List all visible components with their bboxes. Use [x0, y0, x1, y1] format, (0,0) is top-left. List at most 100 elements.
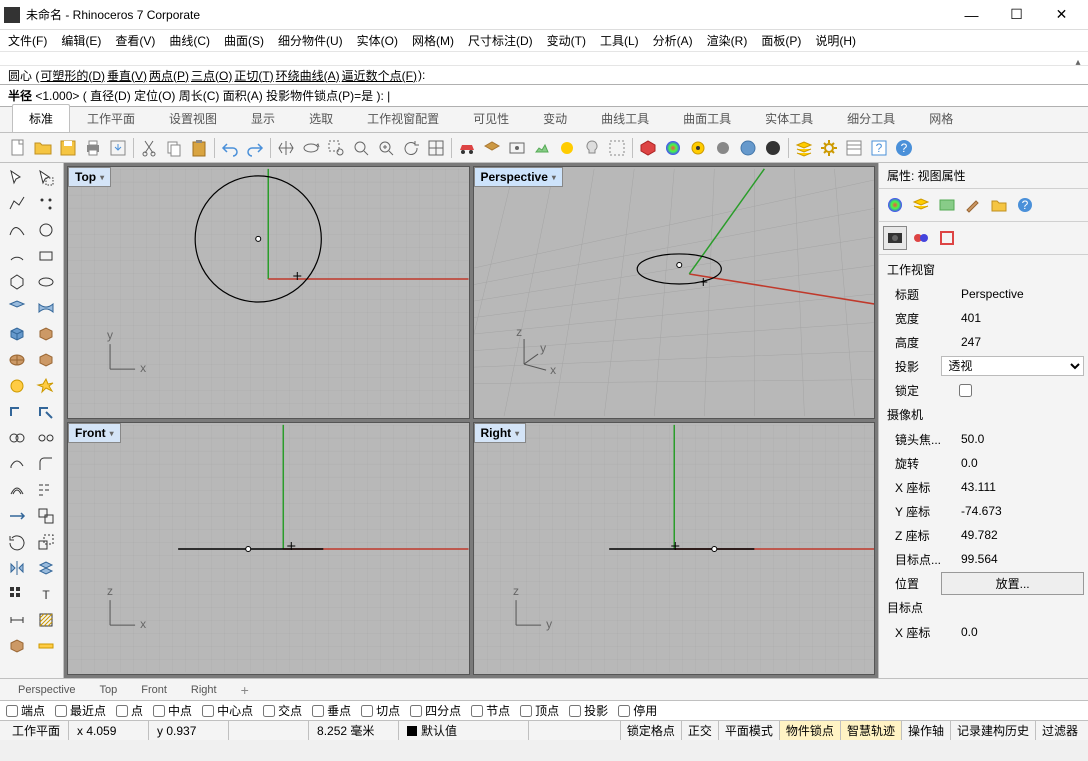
- ellipse-icon[interactable]: [32, 269, 62, 295]
- status-pane[interactable]: 锁定格点: [620, 721, 681, 740]
- cmd-option[interactable]: 可塑形的(D): [40, 67, 105, 84]
- shade-icon[interactable]: [555, 136, 579, 160]
- scale-icon[interactable]: [32, 529, 62, 555]
- menu-item[interactable]: 编辑(E): [61, 32, 101, 49]
- solid-icon[interactable]: [2, 321, 32, 347]
- osnap-点[interactable]: 点: [116, 702, 143, 719]
- orient-icon[interactable]: [32, 555, 62, 581]
- menu-item[interactable]: 说明(H): [815, 32, 856, 49]
- prop-cam-x[interactable]: 43.111: [957, 478, 1084, 496]
- car-icon[interactable]: [455, 136, 479, 160]
- minimize-button[interactable]: —: [949, 0, 994, 29]
- toolbar-tab[interactable]: 显示: [234, 104, 292, 132]
- options-icon[interactable]: [817, 136, 841, 160]
- cmd-option[interactable]: 环绕曲线(A): [276, 67, 340, 84]
- osnap-交点[interactable]: 交点: [263, 702, 302, 719]
- show-icon[interactable]: [711, 136, 735, 160]
- pointer-icon[interactable]: [2, 165, 32, 191]
- menu-item[interactable]: 文件(F): [8, 32, 47, 49]
- menu-item[interactable]: 曲线(C): [169, 32, 210, 49]
- viewport-tab[interactable]: Perspective: [8, 681, 85, 699]
- osnap-切点[interactable]: 切点: [361, 702, 400, 719]
- layers-icon[interactable]: [792, 136, 816, 160]
- menu-item[interactable]: 曲面(S): [224, 32, 264, 49]
- help-panel-icon[interactable]: ?: [1013, 193, 1037, 217]
- menu-item[interactable]: 网格(M): [412, 32, 454, 49]
- properties-icon[interactable]: [842, 136, 866, 160]
- toolbar-tab[interactable]: 设置视图: [152, 104, 234, 132]
- osnap-四分点[interactable]: 四分点: [410, 702, 461, 719]
- explode-icon[interactable]: [32, 373, 62, 399]
- menu-item[interactable]: 渲染(R): [707, 32, 748, 49]
- menu-item[interactable]: 变动(T): [547, 32, 586, 49]
- toolbar-tab[interactable]: 工作平面: [70, 104, 152, 132]
- viewport-right[interactable]: Right▾ yz: [473, 422, 876, 675]
- cmd-option[interactable]: 逼近数个点(F): [342, 67, 417, 84]
- split-icon[interactable]: [32, 399, 62, 425]
- cmd-option[interactable]: 投影物件锁点(P)=是: [266, 89, 373, 103]
- prop-cam-y[interactable]: -74.673: [957, 502, 1084, 520]
- mesh-icon[interactable]: [2, 347, 32, 373]
- polygon-icon[interactable]: [2, 269, 32, 295]
- mirror-icon[interactable]: [2, 555, 32, 581]
- save-icon[interactable]: [56, 136, 80, 160]
- add-viewport-tab[interactable]: +: [231, 679, 259, 701]
- cmd-option[interactable]: 直径(D): [90, 89, 131, 103]
- chevron-down-icon[interactable]: ▾: [100, 173, 104, 182]
- offset-icon[interactable]: [2, 477, 32, 503]
- menu-item[interactable]: 查看(V): [115, 32, 155, 49]
- status-layer[interactable]: 默认值: [399, 721, 529, 740]
- analyze-icon[interactable]: [2, 633, 32, 659]
- print-icon[interactable]: [81, 136, 105, 160]
- copy-icon[interactable]: [162, 136, 186, 160]
- light-icon[interactable]: [580, 136, 604, 160]
- toolbar-tab[interactable]: 工作视窗配置: [350, 104, 456, 132]
- status-pane[interactable]: 物件锁点: [779, 721, 840, 740]
- osnap-中点[interactable]: 中点: [153, 702, 192, 719]
- menu-item[interactable]: 工具(L): [600, 32, 639, 49]
- menu-item[interactable]: 分析(A): [653, 32, 693, 49]
- hide-icon[interactable]: [686, 136, 710, 160]
- command-options-1[interactable]: 圆心 ( 可塑形的(D) 垂直(V) 两点(P) 三点(O) 正切(T) 环绕曲…: [0, 66, 1088, 84]
- prop-lens[interactable]: 50.0: [957, 430, 1084, 448]
- osnap-最近点[interactable]: 最近点: [55, 702, 106, 719]
- copy-tool-icon[interactable]: [32, 503, 62, 529]
- trim-icon[interactable]: [2, 399, 32, 425]
- lasso-icon[interactable]: [32, 165, 62, 191]
- osnap-中心点[interactable]: 中心点: [202, 702, 253, 719]
- maximize-button[interactable]: ☐: [994, 0, 1039, 29]
- menu-item[interactable]: 实体(O): [357, 32, 398, 49]
- unlock-icon[interactable]: [761, 136, 785, 160]
- object-props-icon[interactable]: [909, 226, 933, 250]
- menu-item[interactable]: 细分物件(U): [278, 32, 343, 49]
- edit-icon[interactable]: [961, 193, 985, 217]
- redo-icon[interactable]: [243, 136, 267, 160]
- display-props-icon[interactable]: [935, 226, 959, 250]
- status-pane[interactable]: 智慧轨迹: [840, 721, 901, 740]
- help-icon[interactable]: ?: [892, 136, 916, 160]
- dim-icon[interactable]: [2, 607, 32, 633]
- lock-icon[interactable]: [736, 136, 760, 160]
- prop-target-dist[interactable]: 99.564: [957, 550, 1084, 568]
- undo-view-icon[interactable]: [399, 136, 423, 160]
- place-button[interactable]: 放置...: [941, 572, 1084, 595]
- materials-icon[interactable]: [883, 193, 907, 217]
- toolbar-tab[interactable]: 标准: [12, 104, 70, 132]
- undo-icon[interactable]: [218, 136, 242, 160]
- curve-icon[interactable]: [2, 217, 32, 243]
- cmd-option[interactable]: 面积(A): [223, 89, 263, 103]
- four-view-icon[interactable]: [424, 136, 448, 160]
- render-panel-icon[interactable]: [935, 193, 959, 217]
- osnap-端点[interactable]: 端点: [6, 702, 45, 719]
- render-icon[interactable]: [636, 136, 660, 160]
- fillet-icon[interactable]: [32, 451, 62, 477]
- menu-item[interactable]: 面板(P): [761, 32, 801, 49]
- arc-icon[interactable]: [2, 243, 32, 269]
- grid-icon[interactable]: [2, 581, 32, 607]
- polyline-icon[interactable]: [2, 191, 32, 217]
- prop-cam-z[interactable]: 49.782: [957, 526, 1084, 544]
- osnap-节点[interactable]: 节点: [471, 702, 510, 719]
- status-cplane[interactable]: 工作平面: [4, 721, 69, 740]
- move-icon[interactable]: [2, 503, 32, 529]
- close-button[interactable]: ✕: [1039, 0, 1084, 29]
